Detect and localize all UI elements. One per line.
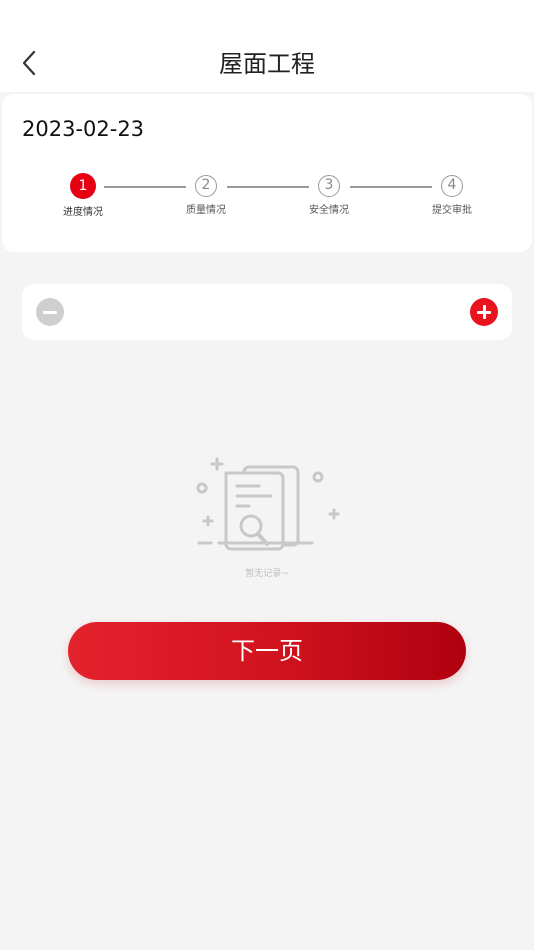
progress-card: 2023-02-23 1 进度情况 2 质量情况 3 安全情况 4 提交审批 [2, 94, 532, 252]
item-count-stepper [22, 284, 512, 340]
step-indicator: 1 进度情况 2 质量情况 3 安全情况 4 提交审批 [2, 172, 532, 232]
empty-state-text: 暂无记录~ [245, 569, 289, 579]
navigation-bar: 屋面工程 [0, 0, 534, 92]
step-label: 安全情况 [309, 205, 349, 216]
page-title: 屋面工程 [219, 50, 315, 78]
empty-document-search-icon [196, 457, 340, 551]
step-number: 2 [195, 175, 217, 197]
step-submit-approval[interactable]: 4 提交审批 [412, 172, 492, 218]
step-number: 3 [318, 175, 340, 197]
step-safety[interactable]: 3 安全情况 [289, 172, 369, 218]
step-quality[interactable]: 2 质量情况 [166, 172, 246, 218]
next-page-button[interactable]: 下一页 [68, 622, 466, 680]
add-item-button[interactable] [470, 298, 498, 326]
minus-icon [43, 310, 57, 314]
record-date: 2023-02-23 [22, 117, 145, 141]
step-number: 4 [441, 175, 463, 197]
step-label: 质量情况 [186, 205, 226, 216]
remove-item-button[interactable] [36, 298, 64, 326]
step-label: 进度情况 [63, 207, 103, 218]
step-label: 提交审批 [432, 205, 472, 216]
step-progress[interactable]: 1 进度情况 [43, 172, 123, 220]
step-number: 1 [70, 173, 96, 199]
